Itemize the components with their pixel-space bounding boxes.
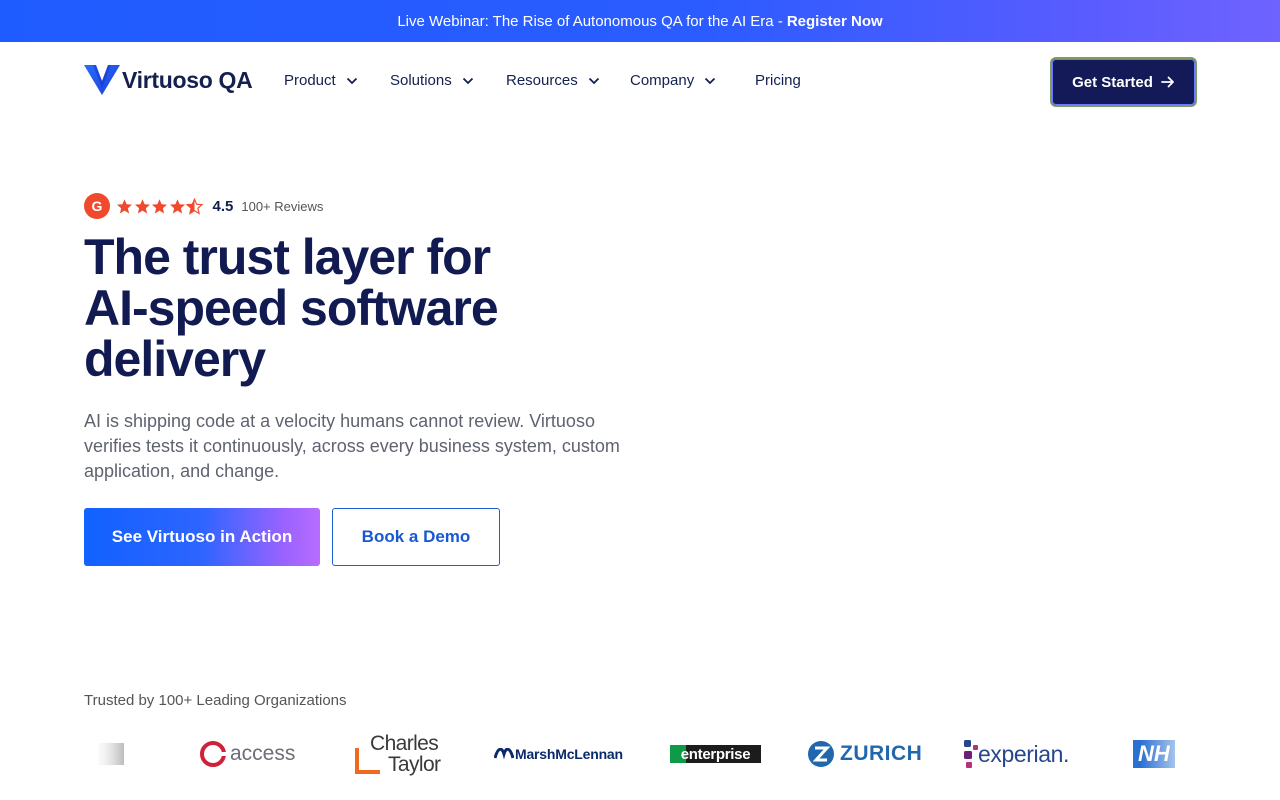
hero-headline: The trust layer for AI-speed software de…: [84, 232, 644, 385]
get-started-label: Get Started: [1072, 73, 1153, 91]
headline-line: delivery: [84, 331, 266, 387]
logo-text: Taylor: [388, 753, 441, 776]
logo-text: Charles: [370, 732, 439, 755]
g2-badge-icon[interactable]: G: [84, 193, 110, 219]
trusted-label: Trusted by 100+ Leading Organizations: [84, 692, 347, 709]
nav-item-label: Product: [284, 72, 336, 89]
arrow-right-icon: [1161, 76, 1174, 88]
see-virtuoso-in-action-button[interactable]: See Virtuoso in Action: [84, 508, 320, 566]
rating-score: 4.5: [212, 197, 234, 215]
nav-item-product[interactable]: Product: [284, 72, 358, 89]
brand-name: Virtuoso QA: [122, 66, 253, 93]
chevron-down-icon: [462, 77, 473, 84]
half-star-icon: [186, 197, 203, 215]
get-started-button[interactable]: Get Started: [1052, 59, 1195, 105]
logo-text: access: [230, 742, 296, 765]
star-rating: [116, 197, 204, 215]
logo-text: MarshMcLennan: [515, 746, 623, 762]
logo-fade-left: [84, 720, 144, 790]
logo-text: experian.: [978, 740, 1070, 767]
headline-line: AI-speed software: [84, 280, 499, 336]
book-a-demo-button[interactable]: Book a Demo: [332, 508, 500, 566]
chevron-down-icon: [705, 77, 716, 84]
logo-text: enterprise: [680, 745, 751, 763]
nav-item-label: Pricing: [755, 72, 801, 89]
nav-item-company[interactable]: Company: [630, 72, 716, 89]
announcement-text: Live Webinar: The Rise of Autonomous QA …: [397, 12, 783, 30]
logo-fade-right: [1140, 720, 1200, 790]
headline-line: The trust layer for: [84, 229, 491, 285]
g2-badge-letter: G: [91, 198, 103, 214]
marsh-mclennan-mark-icon: [494, 748, 514, 760]
review-count[interactable]: 100+ Reviews: [241, 199, 323, 214]
experian-logo: experian.: [962, 728, 1069, 780]
chevron-down-icon: [588, 77, 599, 84]
charles-taylor-logo: Charles Taylor: [354, 728, 441, 780]
access-logo: access: [198, 728, 295, 780]
nav-item-label: Solutions: [390, 72, 452, 89]
star-icon: [117, 198, 132, 213]
zurich-logo: ZURICH: [807, 728, 922, 780]
enterprise-logo: enterprise: [670, 728, 761, 780]
chevron-down-icon: [346, 77, 357, 84]
star-icon: [152, 198, 167, 213]
nav-item-label: Resources: [506, 72, 578, 89]
nav-item-label: Company: [630, 72, 695, 89]
nav-item-solutions[interactable]: Solutions: [390, 72, 474, 89]
star-icon: [134, 198, 150, 213]
marsh-mclennan-logo: MarshMcLennan: [494, 728, 623, 780]
nav-item-resources[interactable]: Resources: [506, 72, 600, 89]
brand-logo[interactable]: Virtuoso QA: [84, 64, 253, 96]
nav-item-pricing[interactable]: Pricing: [755, 72, 801, 89]
access-ring-icon: [200, 741, 228, 767]
customer-logo-strip: access Charles Taylor MarshMcLennan ente…: [84, 728, 1196, 780]
star-icon: [169, 198, 185, 213]
zurich-z-icon: [808, 741, 834, 767]
announcement-bar: Live Webinar: The Rise of Autonomous QA …: [0, 0, 1280, 42]
hero-subtext: AI is shipping code at a velocity humans…: [84, 411, 620, 481]
logo-text: ZURICH: [840, 742, 923, 765]
main-nav: Virtuoso QA Product Solutions Resources …: [0, 42, 1280, 122]
virtuoso-logo-icon: [84, 65, 120, 95]
rating-row: G 4.5 100+ Reviews: [84, 193, 323, 219]
register-now-link[interactable]: Register Now: [787, 13, 883, 30]
